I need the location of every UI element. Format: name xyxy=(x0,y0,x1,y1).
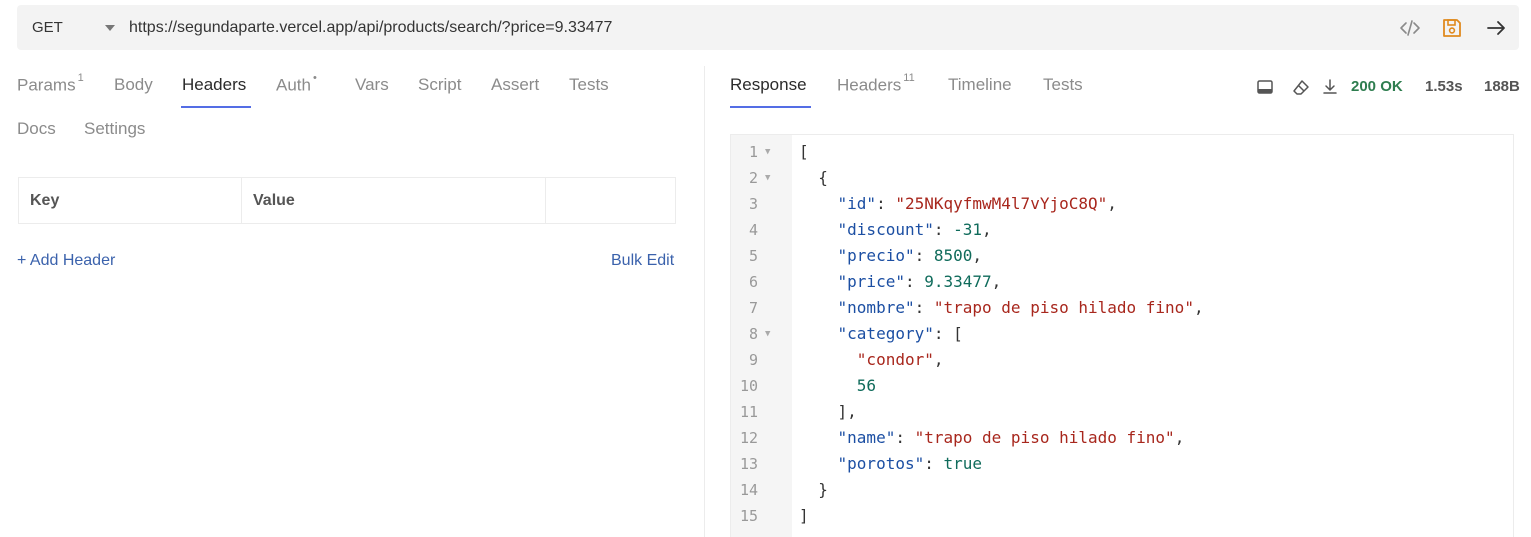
code-text: ] xyxy=(799,506,809,525)
code-line: 7 "nombre": "trapo de piso hilado fino", xyxy=(731,295,1511,321)
line-number: 8 xyxy=(748,325,758,343)
tab-timeline[interactable]: Timeline xyxy=(948,75,1012,95)
line-number: 14 xyxy=(739,481,758,499)
line-number: 1 xyxy=(748,143,758,161)
code-line: 15] xyxy=(731,503,1511,529)
send-arrow-icon[interactable] xyxy=(1485,17,1507,39)
column-divider xyxy=(241,178,242,223)
code-line: 11 ], xyxy=(731,399,1511,425)
line-number: 15 xyxy=(739,507,758,525)
code-line: 9 "condor", xyxy=(731,347,1511,373)
code-line: 10 56 xyxy=(731,373,1511,399)
code-line: 14 } xyxy=(731,477,1511,503)
line-number: 3 xyxy=(748,195,758,213)
active-tab-indicator xyxy=(730,106,811,108)
line-number: 2 xyxy=(748,169,758,187)
fold-toggle-icon[interactable]: ▼ xyxy=(765,165,770,191)
code-line: 4 "discount": -31, xyxy=(731,217,1511,243)
chevron-down-icon[interactable] xyxy=(105,25,115,31)
code-text: ], xyxy=(799,402,857,421)
tab-response-tests[interactable]: Tests xyxy=(1043,75,1083,95)
code-text: "condor", xyxy=(856,350,944,369)
code-line: 3 "id": "25NKqyfmwM4l7vYjoC8Q", xyxy=(731,191,1511,217)
response-size: 188B xyxy=(1484,78,1520,95)
response-body-viewer[interactable]: 1 ▼[2 ▼ {3 "id": "25NKqyfmwM4l7vYjoC8Q", 4 … xyxy=(730,134,1514,537)
tab-script[interactable]: Script xyxy=(418,75,461,95)
method-select[interactable]: GET xyxy=(32,5,63,50)
headers-table: Key Value xyxy=(18,177,676,224)
url-bar: GET https://segundaparte.vercel.app/api/… xyxy=(17,5,1519,50)
fold-toggle-icon[interactable]: ▼ xyxy=(765,321,770,347)
line-number: 11 xyxy=(739,403,758,421)
tab-settings[interactable]: Settings xyxy=(84,119,145,139)
tab-docs[interactable]: Docs xyxy=(17,119,56,139)
tab-params[interactable]: Params 1 xyxy=(17,72,84,96)
column-divider xyxy=(545,178,546,223)
tab-assert[interactable]: Assert xyxy=(491,75,539,95)
code-text: "category": [ xyxy=(837,324,963,343)
code-text: "porotos": true xyxy=(837,454,983,473)
tab-tests[interactable]: Tests xyxy=(569,75,609,95)
add-header-button[interactable]: + Add Header xyxy=(17,252,115,270)
column-header-key: Key xyxy=(30,192,60,209)
download-icon[interactable] xyxy=(1321,78,1339,96)
pane-divider[interactable] xyxy=(704,66,705,537)
tab-headers[interactable]: Headers xyxy=(182,75,246,95)
line-number: 9 xyxy=(748,351,758,369)
code-icon[interactable] xyxy=(1399,17,1421,39)
code-line: 13 "porotos": true xyxy=(731,451,1511,477)
save-icon[interactable] xyxy=(1441,17,1463,39)
eraser-icon[interactable] xyxy=(1292,78,1310,96)
code-line: 8 ▼ "category": [ xyxy=(731,321,1511,347)
tab-response-headers[interactable]: Headers 11 xyxy=(837,72,915,96)
code-text: [ xyxy=(799,142,809,161)
code-line: 12 "name": "trapo de piso hilado fino", xyxy=(731,425,1511,451)
tab-vars[interactable]: Vars xyxy=(355,75,389,95)
code-text: "id": "25NKqyfmwM4l7vYjoC8Q", xyxy=(837,194,1117,213)
line-number: 7 xyxy=(748,299,758,317)
url-input[interactable]: https://segundaparte.vercel.app/api/prod… xyxy=(129,5,612,50)
line-number: 10 xyxy=(739,377,758,395)
line-number: 4 xyxy=(748,221,758,239)
code-text: "name": "trapo de piso hilado fino", xyxy=(837,428,1185,447)
code-line: 6 "price": 9.33477, xyxy=(731,269,1511,295)
code-text: "price": 9.33477, xyxy=(837,272,1002,291)
fold-toggle-icon[interactable]: ▼ xyxy=(765,139,770,165)
line-number: 5 xyxy=(748,247,758,265)
code-text: 56 xyxy=(856,376,877,395)
code-text: "precio": 8500, xyxy=(837,246,983,265)
status-badge: 200 OK xyxy=(1351,78,1403,95)
code-line: 2 ▼ { xyxy=(731,165,1511,191)
code-text: "discount": -31, xyxy=(837,220,992,239)
column-header-value: Value xyxy=(253,192,295,209)
code-line: 5 "precio": 8500, xyxy=(731,243,1511,269)
line-number: 12 xyxy=(739,429,758,447)
line-number: 6 xyxy=(748,273,758,291)
panel-icon[interactable] xyxy=(1256,78,1274,96)
tab-response[interactable]: Response xyxy=(730,75,807,95)
code-text: { xyxy=(799,168,828,187)
code-line: 1 ▼ [ xyxy=(731,139,1511,165)
tab-body[interactable]: Body xyxy=(114,75,153,95)
line-number: 13 xyxy=(739,455,758,473)
tab-auth[interactable]: Auth • xyxy=(276,72,317,96)
response-time: 1.53s xyxy=(1425,78,1463,95)
active-tab-indicator xyxy=(181,106,251,108)
bulk-edit-button[interactable]: Bulk Edit xyxy=(611,252,674,270)
code-text: } xyxy=(799,480,828,499)
code-text: "nombre": "trapo de piso hilado fino", xyxy=(837,298,1204,317)
